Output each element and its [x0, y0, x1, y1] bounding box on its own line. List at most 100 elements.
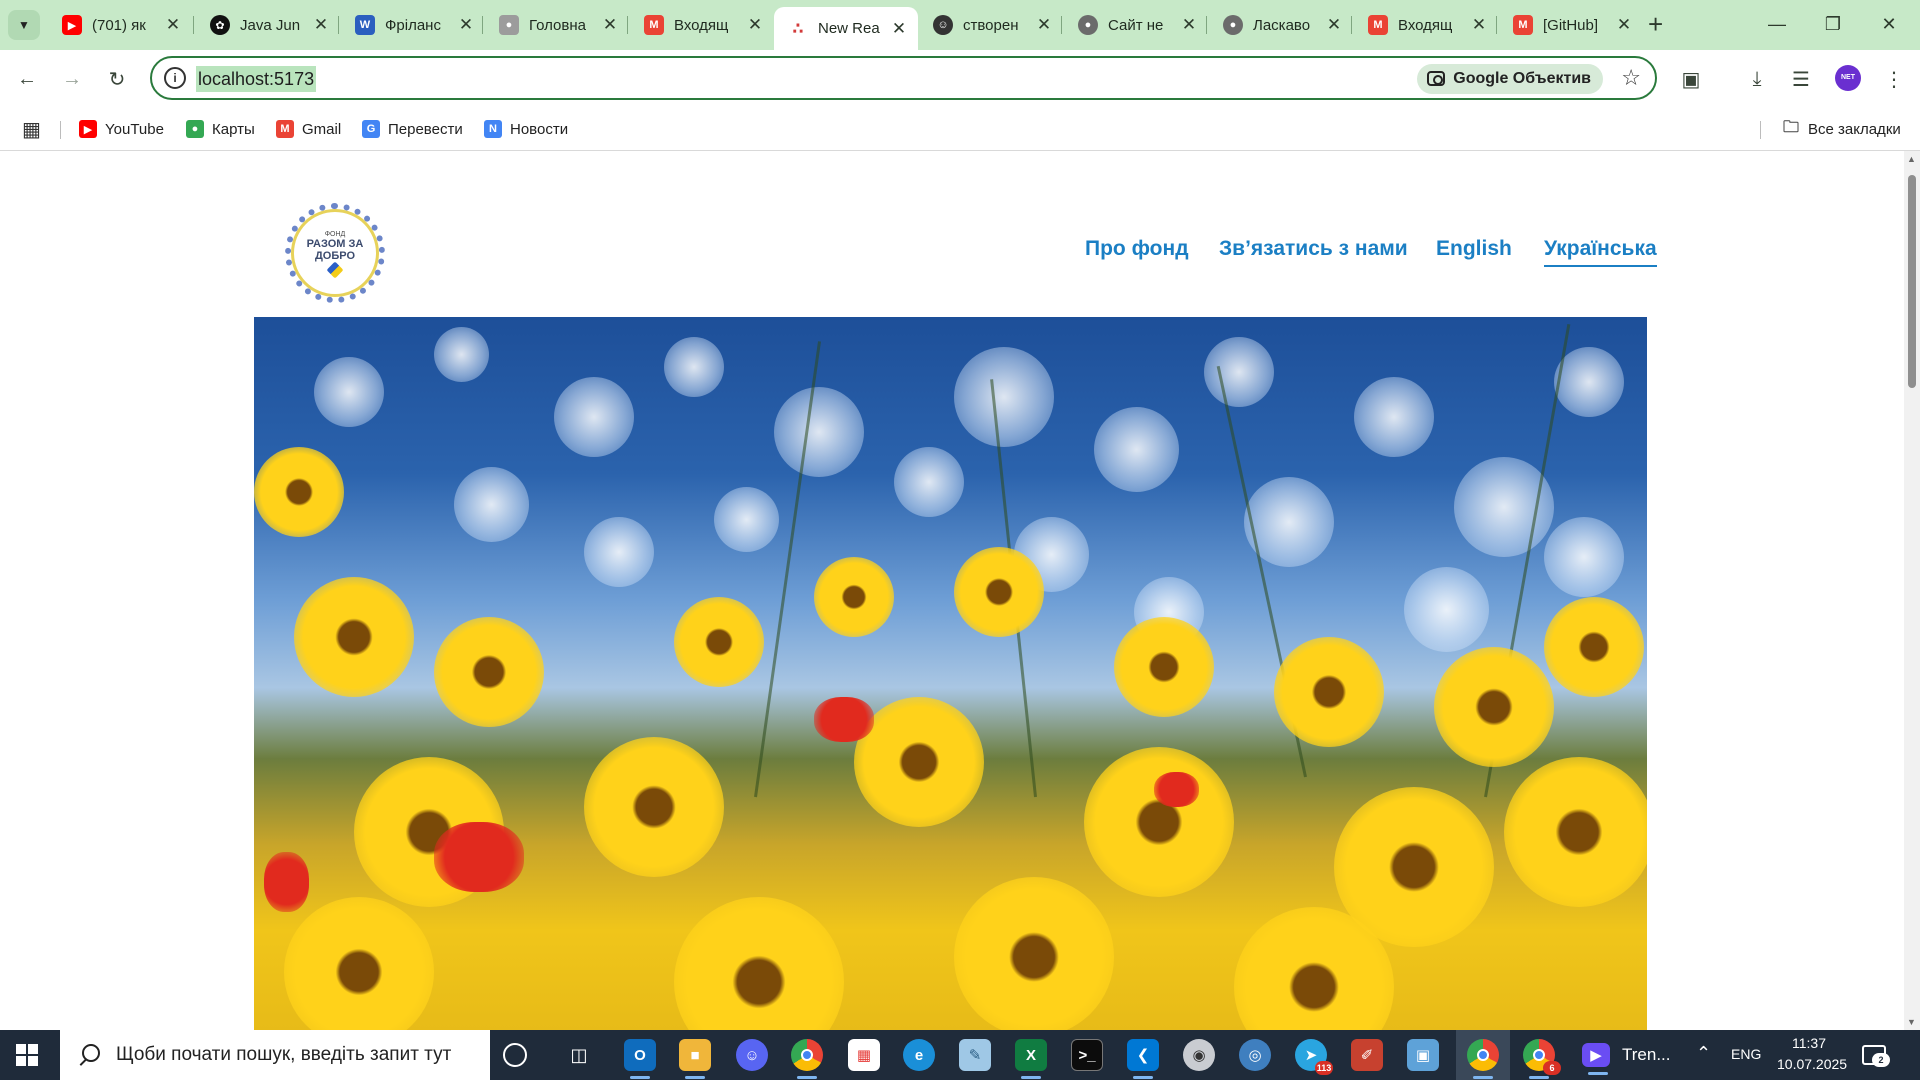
chrome-app[interactable] — [791, 1039, 823, 1079]
nav-contact[interactable]: Зв’язатись з нами — [1219, 237, 1408, 267]
tab-new-react-active[interactable]: ∴ New Rea ✕ — [774, 7, 918, 50]
tab-java[interactable]: ✿ Java Jun ✕ — [196, 7, 340, 43]
close-icon[interactable]: ✕ — [1325, 15, 1343, 35]
zoom-app[interactable]: ▶ — [1582, 1043, 1610, 1075]
puzzle-icon: ▣ — [1681, 68, 1701, 91]
close-icon[interactable]: ✕ — [1180, 15, 1198, 35]
camera-icon — [1427, 71, 1446, 86]
edge-app[interactable]: e — [903, 1039, 935, 1071]
nav-about[interactable]: Про фонд — [1085, 237, 1189, 267]
tab-title: (701) як — [92, 16, 146, 34]
terminal-app[interactable]: >_ — [1071, 1039, 1103, 1071]
bookmark-maps[interactable]: ● Карты — [186, 118, 255, 140]
nav-english[interactable]: English — [1436, 237, 1512, 267]
notification-center-button[interactable]: 2 — [1862, 1045, 1890, 1067]
steam-app[interactable]: ◉ — [1183, 1039, 1215, 1071]
store-app[interactable]: ▦ — [848, 1039, 880, 1071]
scroll-down-icon[interactable]: ▼ — [1907, 1017, 1916, 1027]
address-text[interactable]: localhost:5173 — [196, 66, 317, 92]
close-icon[interactable]: ✕ — [746, 15, 764, 35]
chrome-second-app[interactable]: 6 — [1523, 1039, 1561, 1079]
new-tab-button[interactable]: + — [1648, 10, 1663, 38]
windows-logo-icon — [28, 1044, 38, 1054]
page-scrollbar[interactable]: ▲ ▼ — [1904, 151, 1920, 1030]
menu-button[interactable]: ⋮ — [1877, 62, 1911, 96]
explorer-app[interactable]: ■ — [679, 1039, 711, 1079]
outlook-app[interactable]: O — [624, 1039, 656, 1079]
bookmark-star-icon[interactable]: ☆ — [1621, 65, 1641, 91]
excel-icon: X — [1025, 1046, 1036, 1064]
tab-title: Java Jun — [240, 16, 301, 34]
logo-line-2: РАЗОМ ЗА — [306, 237, 364, 250]
media-control-button[interactable]: ☰ — [1784, 62, 1818, 96]
cortana-button[interactable] — [503, 1043, 527, 1067]
tab-home[interactable]: ● Головна ✕ — [485, 7, 629, 43]
vscode-icon: ❮ — [1136, 1047, 1150, 1064]
globe-app[interactable]: ◎ — [1239, 1039, 1271, 1071]
tab-freelance[interactable]: W Фріланс ✕ — [341, 7, 485, 43]
tab-youtube[interactable]: ▶ (701) як ✕ — [48, 7, 192, 43]
windows-logo-icon — [16, 1056, 26, 1066]
start-button[interactable] — [16, 1044, 38, 1066]
scrollbar-thumb[interactable] — [1908, 175, 1916, 388]
close-icon[interactable]: ✕ — [164, 15, 182, 35]
minimize-button[interactable]: — — [1754, 8, 1800, 40]
discord-app[interactable]: ☺ — [736, 1039, 768, 1071]
restore-button[interactable]: ❐ — [1810, 8, 1856, 40]
chrome-profile-app[interactable] — [1467, 1039, 1499, 1079]
tab-search-button[interactable]: ▼ — [8, 10, 40, 40]
paint-app[interactable]: ✐ — [1351, 1039, 1383, 1071]
hero-bokeh — [1454, 457, 1554, 557]
language-indicator[interactable]: ENG — [1731, 1046, 1761, 1062]
playlist-icon: ☰ — [1792, 68, 1810, 91]
windows-logo-icon — [28, 1056, 38, 1066]
site-info-icon[interactable]: i — [164, 67, 186, 89]
close-icon[interactable]: ✕ — [312, 15, 330, 35]
downloads-button[interactable]: ⤓ — [1740, 62, 1774, 96]
close-icon[interactable]: ✕ — [457, 15, 475, 35]
telegram-app[interactable]: ➤ 113 — [1295, 1039, 1333, 1075]
bookmark-news[interactable]: N Новости — [484, 118, 568, 140]
tab-github-mail[interactable]: M [GitHub] ✕ — [1499, 7, 1643, 43]
scroll-up-icon[interactable]: ▲ — [1907, 154, 1916, 164]
task-view-button[interactable]: ◫ — [563, 1039, 595, 1071]
reload-button[interactable]: ↻ — [100, 62, 134, 96]
bookmark-youtube[interactable]: ▶ YouTube — [79, 118, 164, 140]
taskbar-search[interactable]: Щоби почати пошук, введіть запит тут — [60, 1030, 490, 1080]
extensions-button[interactable]: ▣ — [1674, 62, 1708, 96]
back-button[interactable]: ← — [10, 62, 44, 96]
tab-inbox-1[interactable]: M Входящ ✕ — [630, 7, 774, 43]
close-icon[interactable]: ✕ — [1615, 15, 1633, 35]
globe-icon: ● — [1223, 15, 1243, 35]
hero-bokeh — [554, 377, 634, 457]
chrome-icon — [801, 1049, 813, 1061]
google-lens-button[interactable]: Google Объектив — [1417, 64, 1603, 94]
clock-date[interactable]: 10.07.2025 — [1777, 1056, 1847, 1072]
nav-ukrainian[interactable]: Українська — [1544, 237, 1657, 267]
close-icon[interactable]: ✕ — [1470, 15, 1488, 35]
close-window-button[interactable]: ✕ — [1866, 8, 1912, 40]
clock-time[interactable]: 11:37 — [1792, 1035, 1826, 1051]
address-bar[interactable]: i localhost:5173 Google Объектив ☆ — [150, 56, 1657, 100]
tab-created[interactable]: ☺ створен ✕ — [919, 7, 1063, 43]
tray-chevron-icon[interactable]: ⌃ — [1696, 1043, 1711, 1064]
all-bookmarks-button[interactable]: 🗀 Все закладки — [1782, 118, 1901, 140]
close-icon[interactable]: ✕ — [601, 15, 619, 35]
close-icon[interactable]: ✕ — [890, 19, 908, 39]
tab-site-not[interactable]: ● Сайт не ✕ — [1064, 7, 1208, 43]
control-panel-app[interactable]: ▣ — [1407, 1039, 1439, 1071]
tab-welcome[interactable]: ● Ласкаво ✕ — [1209, 7, 1353, 43]
bookmark-translate[interactable]: G Перевести — [362, 118, 463, 140]
bookmark-gmail[interactable]: M Gmail — [276, 118, 341, 140]
excel-app[interactable]: X — [1015, 1039, 1047, 1079]
profile-avatar[interactable]: NET — [1835, 65, 1861, 91]
apps-button[interactable]: ▦ — [22, 118, 41, 141]
hero-bokeh — [1354, 377, 1434, 457]
site-logo[interactable]: ФОНД РАЗОМ ЗА ДОБРО — [285, 203, 385, 303]
folder-icon: ■ — [690, 1046, 700, 1064]
tab-inbox-2[interactable]: M Входящ ✕ — [1354, 7, 1498, 43]
vscode-app[interactable]: ❮ — [1127, 1039, 1159, 1079]
close-icon[interactable]: ✕ — [1035, 15, 1053, 35]
notepad-app[interactable]: ✎ — [959, 1039, 991, 1071]
forward-button[interactable]: → — [55, 62, 89, 96]
